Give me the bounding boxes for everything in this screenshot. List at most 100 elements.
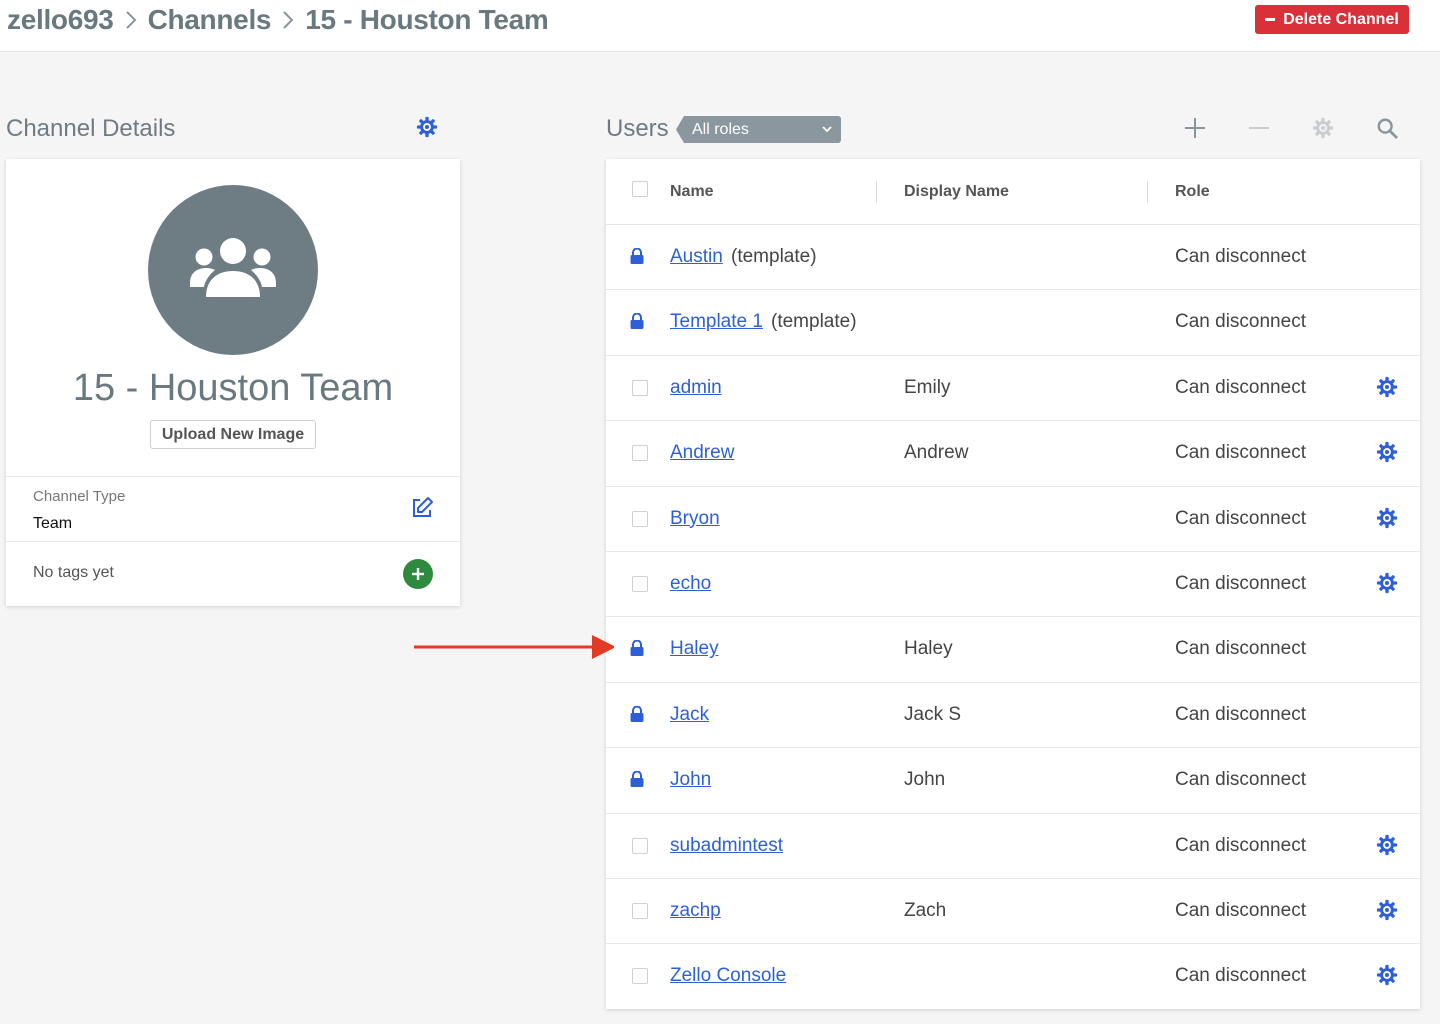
user-name-link[interactable]: zachp bbox=[670, 900, 721, 922]
breadcrumb-current: 15 - Houston Team bbox=[305, 4, 549, 35]
row-checkbox[interactable] bbox=[632, 510, 648, 527]
edit-icon[interactable] bbox=[410, 496, 434, 525]
users-title: Users bbox=[606, 115, 669, 142]
table-row: Andrew Andrew Can disconnect bbox=[606, 421, 1420, 487]
add-tag-button[interactable] bbox=[403, 559, 433, 589]
users-group-icon bbox=[190, 238, 276, 297]
user-name-link[interactable]: Austin bbox=[670, 246, 723, 268]
column-header-role[interactable]: Role bbox=[1175, 183, 1210, 201]
gear-icon[interactable] bbox=[416, 116, 438, 143]
table-row: admin Emily Can disconnect bbox=[606, 356, 1420, 422]
tags-empty-text: No tags yet bbox=[33, 564, 114, 581]
display-name: John bbox=[904, 769, 946, 791]
table-row: Template 1 (template) Can disconnect bbox=[606, 290, 1420, 356]
gear-icon[interactable] bbox=[1376, 507, 1398, 534]
divider bbox=[6, 476, 460, 477]
lock-icon bbox=[630, 639, 644, 661]
row-checkbox[interactable] bbox=[632, 379, 648, 396]
breadcrumb-account[interactable]: zello693 bbox=[7, 4, 114, 36]
display-name: Haley bbox=[904, 638, 953, 660]
row-checkbox[interactable] bbox=[632, 968, 648, 985]
column-divider bbox=[1147, 181, 1148, 203]
gear-icon[interactable] bbox=[1376, 572, 1398, 599]
table-row: zachp Zach Can disconnect bbox=[606, 879, 1420, 945]
gear-icon[interactable] bbox=[1376, 899, 1398, 926]
row-checkbox[interactable] bbox=[632, 903, 648, 919]
user-role: Can disconnect bbox=[1175, 900, 1306, 921]
template-suffix: (template) bbox=[771, 311, 857, 333]
breadcrumb: zello693 Channels 15 - Houston Team bbox=[7, 4, 549, 36]
user-role: Can disconnect bbox=[1175, 442, 1306, 464]
user-name-link[interactable]: Haley bbox=[670, 638, 719, 660]
role-filter-select[interactable]: All roles bbox=[676, 116, 841, 143]
table-row: echo Can disconnect bbox=[606, 552, 1420, 618]
role-filter-value: All roles bbox=[692, 120, 749, 138]
lock-icon bbox=[630, 312, 644, 334]
user-name-link[interactable]: admin bbox=[670, 377, 722, 399]
lock-icon bbox=[630, 705, 644, 727]
delete-channel-label: Delete Channel bbox=[1283, 10, 1399, 28]
user-role: Can disconnect bbox=[1175, 507, 1306, 529]
user-name-link[interactable]: Andrew bbox=[670, 442, 734, 464]
user-role: Can disconnect bbox=[1175, 246, 1306, 267]
row-checkbox[interactable] bbox=[632, 576, 648, 592]
remove-user-button[interactable] bbox=[1245, 114, 1273, 142]
select-all-checkbox[interactable] bbox=[632, 181, 648, 197]
user-name-link[interactable]: John bbox=[670, 769, 711, 791]
gear-icon[interactable] bbox=[1376, 834, 1398, 861]
upload-image-button[interactable]: Upload New Image bbox=[150, 420, 316, 449]
table-row: subadmintest Can disconnect bbox=[606, 814, 1420, 879]
minus-icon bbox=[1249, 127, 1269, 129]
top-bar: zello693 Channels 15 - Houston Team Dele… bbox=[0, 0, 1440, 52]
annotation-arrow bbox=[414, 635, 614, 659]
gear-icon[interactable] bbox=[1376, 376, 1398, 403]
user-role: Can disconnect bbox=[1175, 769, 1306, 791]
display-name: Zach bbox=[904, 900, 947, 921]
channel-type-label: Channel Type bbox=[33, 488, 126, 505]
add-user-button[interactable] bbox=[1181, 114, 1209, 142]
table-row: John John Can disconnect bbox=[606, 748, 1420, 814]
chevron-right-icon bbox=[114, 5, 148, 35]
channel-name: 15 - Houston Team bbox=[72, 367, 394, 409]
user-role: Can disconnect bbox=[1175, 703, 1306, 725]
user-role: Can disconnect bbox=[1175, 834, 1306, 856]
breadcrumb-channels[interactable]: Channels bbox=[148, 4, 272, 36]
gear-icon[interactable] bbox=[1376, 964, 1398, 991]
user-name-link[interactable]: echo bbox=[670, 573, 711, 595]
user-name-link[interactable]: Bryon bbox=[670, 508, 720, 530]
column-header-display-name[interactable]: Display Name bbox=[904, 183, 1009, 201]
delete-channel-button[interactable]: Delete Channel bbox=[1255, 5, 1409, 34]
row-checkbox[interactable] bbox=[632, 445, 648, 462]
table-row: Zello Console Can disconnect bbox=[606, 944, 1420, 1009]
user-role: Can disconnect bbox=[1175, 638, 1306, 660]
user-name-link[interactable]: Jack bbox=[670, 704, 709, 726]
channel-type-value: Team bbox=[33, 515, 73, 532]
plus-icon bbox=[412, 568, 424, 580]
user-role: Can disconnect bbox=[1175, 965, 1306, 987]
user-name-link[interactable]: Zello Console bbox=[670, 965, 786, 987]
row-checkbox[interactable] bbox=[632, 837, 648, 854]
user-role: Can disconnect bbox=[1175, 573, 1306, 594]
template-suffix: (template) bbox=[731, 246, 817, 267]
users-table: Name Display Name Role Austin (template) C… bbox=[606, 159, 1420, 1009]
table-row: Austin (template) Can disconnect bbox=[606, 225, 1420, 291]
display-name: Jack S bbox=[904, 703, 962, 725]
gear-icon bbox=[1312, 117, 1334, 139]
chevron-down-icon bbox=[822, 126, 832, 133]
plus-icon bbox=[1185, 118, 1205, 138]
table-row: Jack Jack S Can disconnect bbox=[606, 683, 1420, 749]
divider bbox=[6, 541, 460, 542]
table-header: Name Display Name Role bbox=[606, 159, 1420, 225]
user-role: Can disconnect bbox=[1175, 311, 1306, 333]
search-button[interactable] bbox=[1373, 114, 1401, 142]
user-name-link[interactable]: Template 1 bbox=[670, 311, 763, 333]
column-header-name[interactable]: Name bbox=[670, 183, 714, 201]
channel-details-card: 15 - Houston Team Upload New Image Chann… bbox=[6, 159, 460, 606]
users-settings-button[interactable] bbox=[1309, 114, 1337, 142]
user-name-link[interactable]: subadmintest bbox=[670, 835, 783, 857]
search-icon bbox=[1377, 118, 1398, 139]
channel-details-title: Channel Details bbox=[6, 115, 176, 142]
gear-icon[interactable] bbox=[1376, 441, 1398, 468]
chevron-right-icon bbox=[271, 5, 305, 35]
channel-avatar bbox=[148, 185, 318, 355]
